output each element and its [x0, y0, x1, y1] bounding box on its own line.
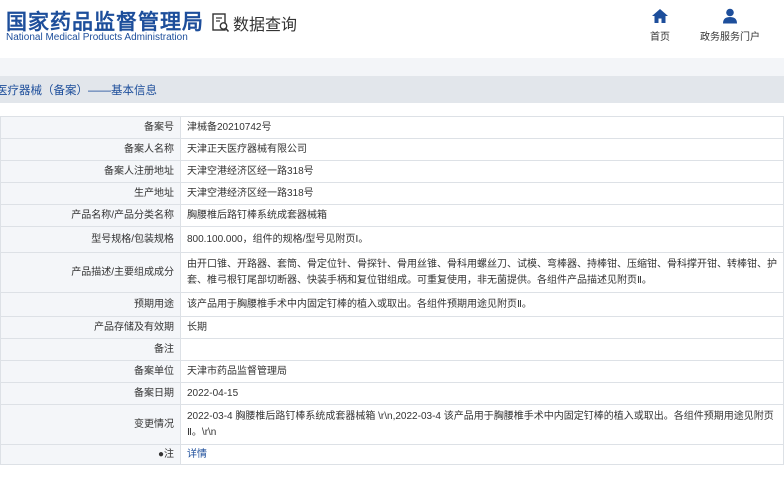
field-value: 2022-04-15 [180, 382, 784, 405]
field-label: 产品存储及有效期 [0, 316, 181, 339]
field-value: 该产品用于胸腰椎手术中内固定钉棒的植入或取出。各组件预期用途见附页Ⅱ。 [180, 292, 784, 317]
field-label: 备案人注册地址 [0, 160, 181, 183]
field-label: 预期用途 [0, 292, 181, 317]
table-row: ●注 详情 [0, 444, 784, 465]
field-label: 变更情况 [0, 404, 181, 445]
table-row: 变更情况 2022-03-4 胸腰椎后路钉棒系统成套器械箱 \r\n,2022-… [0, 404, 784, 445]
field-value: 由开口锥、开路器、套筒、骨定位针、骨探针、骨用丝锥、骨科用螺丝刀、试模、弯棒器、… [180, 252, 784, 293]
table-row: 备案日期 2022-04-15 [0, 382, 784, 405]
field-value: 胸腰椎后路钉棒系统成套器械箱 [180, 204, 784, 227]
field-label: 产品名称/产品分类名称 [0, 204, 181, 227]
table-row: 备案人名称 天津正天医疗器械有限公司 [0, 138, 784, 161]
breadcrumb-text: 医疗器械（备案）——基本信息 [0, 84, 157, 97]
table-row: 生产地址 天津空港经济区经一路318号 [0, 182, 784, 205]
document-search-icon [212, 13, 230, 33]
field-label: 备案单位 [0, 360, 181, 383]
field-label: 型号规格/包装规格 [0, 226, 181, 253]
site-header: 国家药品监督管理局 National Medical Products Admi… [0, 0, 784, 58]
nav-home-label: 首页 [650, 32, 670, 43]
table-row: 预期用途 该产品用于胸腰椎手术中内固定钉棒的植入或取出。各组件预期用途见附页Ⅱ。 [0, 292, 784, 317]
table-row: 备案人注册地址 天津空港经济区经一路318号 [0, 160, 784, 183]
field-value: 长期 [180, 316, 784, 339]
data-query-label: 数据查询 [233, 17, 298, 34]
nav-service-portal-label: 政务服务门户 [700, 32, 760, 43]
field-value: 2022-03-4 胸腰椎后路钉棒系统成套器械箱 \r\n,2022-03-4 … [180, 404, 784, 445]
table-row: 型号规格/包装规格 800.100.000，组件的规格/型号见附页Ⅰ。 [0, 226, 784, 253]
field-value: 800.100.000，组件的规格/型号见附页Ⅰ。 [180, 226, 784, 253]
field-value: 津械备20210742号 [180, 116, 784, 139]
table-row: 产品存储及有效期 长期 [0, 316, 784, 339]
field-value: 详情 [180, 444, 784, 465]
table-row: 产品描述/主要组成成分 由开口锥、开路器、套筒、骨定位针、骨探针、骨用丝锥、骨科… [0, 252, 784, 293]
field-value: 天津市药品监督管理局 [180, 360, 784, 383]
nav-home[interactable]: 首页 [625, 8, 695, 43]
data-query-link[interactable]: 数据查询 [212, 11, 297, 35]
table-row: 备案单位 天津市药品监督管理局 [0, 360, 784, 383]
field-value: 天津空港经济区经一路318号 [180, 160, 784, 183]
field-label: 备注 [0, 338, 181, 361]
field-label: 产品描述/主要组成成分 [0, 252, 181, 293]
table-row: 备注 [0, 338, 784, 361]
field-value: 天津正天医疗器械有限公司 [180, 138, 784, 161]
table-row: 备案号 津械备20210742号 [0, 116, 784, 139]
home-icon [651, 8, 669, 24]
field-label: 备案人名称 [0, 138, 181, 161]
field-label: 生产地址 [0, 182, 181, 205]
table-row: 产品名称/产品分类名称 胸腰椎后路钉棒系统成套器械箱 [0, 204, 784, 227]
field-label: 备案号 [0, 116, 181, 139]
breadcrumb: 医疗器械（备案）——基本信息 [0, 76, 784, 103]
user-icon [721, 8, 739, 24]
note-label: 注 [164, 448, 174, 460]
field-label-note: ●注 [0, 444, 181, 465]
field-value [180, 338, 784, 361]
details-link[interactable]: 详情 [187, 449, 207, 460]
site-logo-subtitle: National Medical Products Administration [6, 32, 188, 43]
nav-service-portal[interactable]: 政务服务门户 [695, 8, 765, 43]
header-divider-band [0, 58, 784, 76]
field-value: 天津空港经济区经一路318号 [180, 182, 784, 205]
field-label: 备案日期 [0, 382, 181, 405]
record-detail-table: 备案号 津械备20210742号 备案人名称 天津正天医疗器械有限公司 备案人注… [0, 116, 784, 465]
